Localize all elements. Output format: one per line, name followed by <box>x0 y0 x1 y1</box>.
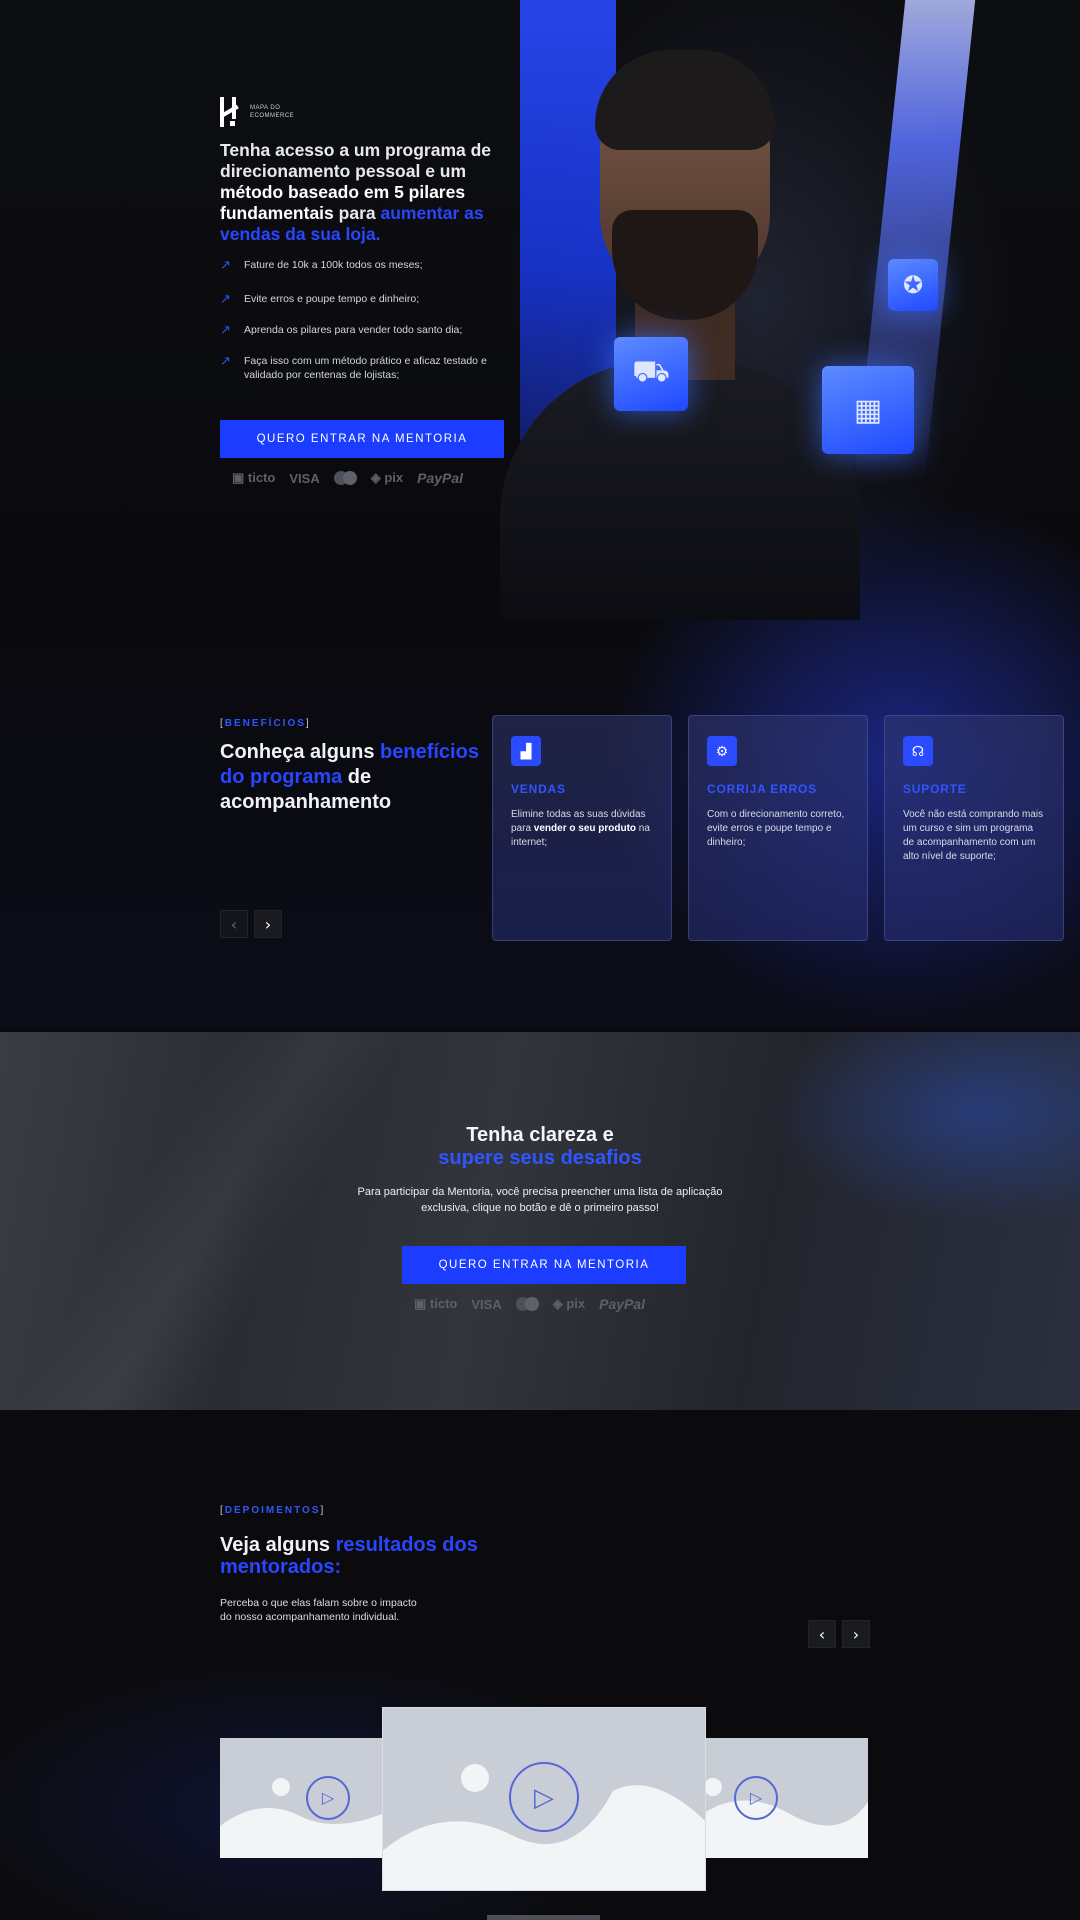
list-item: ↗ Fature de 10k a 100k todos os meses; <box>220 258 510 272</box>
payment-label: pix <box>566 1296 586 1311</box>
list-item: ↗ Evite erros e poupe tempo e dinheiro; <box>220 292 510 306</box>
testimonials-tag-text: DEPOIMENTOS <box>224 1505 321 1516</box>
hero-headline-part: Tenha acesso a um programa de direcionam… <box>220 140 492 181</box>
calendar-icon: ▦ <box>822 366 914 454</box>
testimonials-carousel-nav: ‹ › <box>808 1620 870 1648</box>
testimonials-title-part: Veja alguns <box>220 1534 336 1556</box>
hero-section: ⛟ ▦ ✪ MAPA DO ECOMMERCE Tenha acesso a u… <box>0 0 1080 1030</box>
bullet-text: Faça isso com um método prático e aficaz… <box>244 355 487 381</box>
list-item: ↗ Faça isso com um método prático e afica… <box>220 354 510 382</box>
ticto-icon: ▣ ticto <box>414 1296 458 1311</box>
benefit-card-text: Elimine todas as suas dúvidas para vende… <box>511 808 653 850</box>
benefits-tag: [BENEFÍCIOS] <box>220 718 311 729</box>
benefits-section: [BENEFÍCIOS] Conheça alguns benefícios d… <box>0 690 1080 1030</box>
arrow-up-right-icon: ↗ <box>220 291 231 306</box>
benefit-card-text: Com o direcionamento correto, evite erro… <box>707 809 845 848</box>
carousel-scrollbar[interactable] <box>487 1915 600 1920</box>
arrow-up-right-icon: ↗ <box>220 353 231 368</box>
benefit-card-corrija-erros: ⚙ CORRIJA ERROS Com o direcionamento cor… <box>688 715 868 941</box>
badge-icon: ✪ <box>888 259 938 311</box>
fix-icon: ⚙ <box>707 736 737 766</box>
mentor-photo <box>500 30 860 620</box>
testimonials-text: Perceba o que elas falam sobre o impacto… <box>220 1597 417 1623</box>
video-thumbnail[interactable]: ▷ <box>700 1738 868 1858</box>
ticto-icon: ▣ ticto <box>232 470 276 485</box>
clarity-title-line: Tenha clareza e <box>466 1124 614 1146</box>
play-icon[interactable]: ▷ <box>306 1776 350 1820</box>
bullet-text: Aprenda os pilares para vender todo sant… <box>244 324 463 336</box>
mastercard-icon <box>515 1297 539 1311</box>
clarity-title: Tenha clareza e supere seus desafios <box>0 1124 1080 1170</box>
payment-label: pix <box>384 470 404 485</box>
benefits-title-part: Conheça alguns <box>220 741 381 763</box>
clarity-text: Para participar da Mentoria, você precis… <box>357 1186 723 1214</box>
payment-label: ticto <box>429 1296 458 1311</box>
payment-label: ticto <box>247 470 276 485</box>
payment-methods-2: ▣ ticto VISA ◈ pix PayPal <box>414 1296 645 1312</box>
enter-mentorship-button[interactable]: QUERO ENTRAR NA MENTORIA <box>220 420 504 458</box>
delivery-truck-icon: ⛟ <box>614 337 688 411</box>
brand-logo[interactable]: MAPA DO ECOMMERCE <box>220 97 306 127</box>
prev-arrow-button[interactable]: ‹ <box>808 1620 836 1648</box>
hero-bullet-list: ↗ Fature de 10k a 100k todos os meses; ↗ E… <box>220 258 510 399</box>
arrow-up-right-icon: ↗ <box>220 257 231 272</box>
pix-icon: ◈ pix <box>552 1296 586 1311</box>
benefit-card-title: SUPORTE <box>903 782 967 796</box>
play-icon[interactable]: ▷ <box>734 1776 778 1820</box>
next-arrow-button[interactable]: › <box>254 910 282 938</box>
clarity-title-highlight: supere seus desafios <box>438 1147 642 1169</box>
paypal-icon: PayPal <box>417 470 464 486</box>
arrow-up-right-icon: ↗ <box>220 322 231 337</box>
hero-headline: Tenha acesso a um programa de direcionam… <box>220 140 510 245</box>
benefit-card-title: CORRIJA ERROS <box>707 782 817 796</box>
paypal-icon: PayPal <box>599 1296 646 1312</box>
benefit-text-bold: vender o seu produto <box>533 823 637 834</box>
mastercard-icon <box>333 471 357 485</box>
payment-methods: ▣ ticto VISA ◈ pix PayPal <box>232 470 463 486</box>
benefit-card-suporte: ☊ SUPORTE Você não está comprando mais u… <box>884 715 1064 941</box>
prev-arrow-button[interactable]: ‹ <box>220 910 248 938</box>
enter-mentorship-button-2[interactable]: QUERO ENTRAR NA MENTORIA <box>402 1246 686 1284</box>
benefits-tag-text: BENEFÍCIOS <box>224 718 306 729</box>
landscape-icon <box>700 1800 868 1858</box>
benefit-card-text: Você não está comprando mais um curso e … <box>903 809 1044 862</box>
benefits-title: Conheça alguns benefícios do programa de… <box>220 740 480 815</box>
testimonials-title: Veja alguns resultados dos mentorados: <box>220 1534 480 1578</box>
testimonials-tag: [DEPOIMENTOS] <box>220 1505 326 1516</box>
list-item: ↗ Aprenda os pilares para vender todo san… <box>220 323 510 337</box>
visa-icon: VISA <box>471 1296 502 1312</box>
benefits-carousel-nav: ‹ › <box>220 910 282 938</box>
benefit-card-vendas: ▟ VENDAS Elimine todas as suas dúvidas p… <box>492 715 672 941</box>
logo-text: MAPA DO ECOMMERCE <box>250 105 295 119</box>
video-thumbnail-featured[interactable]: ▷ <box>383 1708 705 1890</box>
bullet-text: Fature de 10k a 100k todos os meses; <box>244 259 423 271</box>
chart-icon: ▟ <box>511 736 541 766</box>
visa-icon: VISA <box>289 470 320 486</box>
benefit-card-title: VENDAS <box>511 782 566 796</box>
hero-headline-part: para <box>333 203 381 223</box>
clarity-section: Tenha clareza e supere seus desafios Par… <box>0 1032 1080 1410</box>
pix-icon: ◈ pix <box>370 470 404 485</box>
next-arrow-button[interactable]: › <box>842 1620 870 1648</box>
headset-icon: ☊ <box>903 736 933 766</box>
logo-mark-icon <box>220 97 242 127</box>
bullet-text: Evite erros e poupe tempo e dinheiro; <box>244 293 420 305</box>
play-icon[interactable]: ▷ <box>509 1762 579 1832</box>
video-thumbnail[interactable]: ▷ <box>220 1738 400 1858</box>
